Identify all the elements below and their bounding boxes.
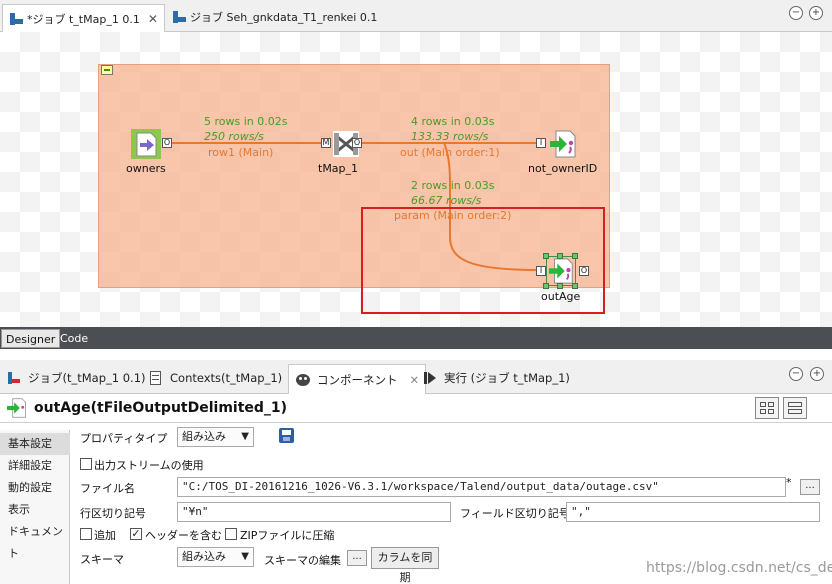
contexts-icon xyxy=(148,370,164,386)
tmap-1-label: tMap_1 xyxy=(318,162,359,175)
zip-compress-checkbox[interactable] xyxy=(225,528,237,540)
run-icon xyxy=(422,370,438,386)
property-type-select[interactable]: 組み込み ▼ xyxy=(177,427,254,447)
chevron-down-icon: ▼ xyxy=(241,551,249,562)
out-stats: 4 rows in 0.03s xyxy=(411,115,495,128)
maximize-icon[interactable]: + xyxy=(810,367,824,381)
field-separator-label: フィールド区切り記号 xyxy=(460,507,570,520)
schema-value: 組み込み xyxy=(182,550,226,563)
append-label: 追加 xyxy=(94,529,116,542)
param-rate: 66.67 rows/s xyxy=(411,194,482,207)
include-header-label: ヘッダーを含む xyxy=(145,529,222,542)
not-ownerid-input-port[interactable]: I xyxy=(536,138,546,148)
use-output-stream-checkbox[interactable] xyxy=(80,458,92,470)
minimize-icon[interactable]: − xyxy=(789,367,803,381)
layout-rows-button[interactable] xyxy=(783,397,807,419)
editor-tab-seh-gnkdata[interactable]: ジョブ Seh_gnkdata_T1_renkei 0.1 xyxy=(166,4,383,30)
side-tab-view[interactable]: 表示 xyxy=(0,499,70,521)
row-separator-input[interactable]: "¥n" xyxy=(177,502,451,522)
tab-job[interactable]: ジョブ(t_tMap_1 0.1) xyxy=(0,364,152,392)
row-separator-label: 行区切り記号 xyxy=(80,507,146,520)
layout-grid-button[interactable] xyxy=(755,397,779,419)
schema-label: スキーマ xyxy=(80,553,124,566)
side-tab-documentation[interactable]: ドキュメント xyxy=(0,521,70,560)
tab-contexts-label: Contexts(t_tMap_1) xyxy=(170,371,283,385)
panel-tabbar: ジョブ(t_tMap_1 0.1) Contexts(t_tMap_1) コンポ… xyxy=(0,360,832,394)
owners-component[interactable] xyxy=(131,129,161,159)
row1-rate: 250 rows/s xyxy=(204,130,264,143)
settings-side-tabs: 基本設定 詳細設定 動的設定 表示 ドキュメント xyxy=(0,430,70,584)
tab-component[interactable]: コンポーネント ✕ xyxy=(288,364,427,394)
tmap-input-port[interactable]: M xyxy=(321,138,331,148)
zip-compress-label: ZIPファイルに圧縮 xyxy=(240,529,335,542)
watermark: https://blog.csdn.net/cs_de_bug xyxy=(646,560,832,576)
job-icon xyxy=(9,12,23,26)
tab-designer[interactable]: Designer xyxy=(1,329,61,348)
component-title: outAge(tFileOutputDelimited_1) xyxy=(34,400,288,416)
chevron-down-icon: ▼ xyxy=(241,431,249,442)
editor-tab-label: ジョブ Seh_gnkdata_T1_renkei 0.1 xyxy=(190,11,378,24)
sync-columns-button[interactable]: カラムを同期 xyxy=(371,547,439,584)
field-separator-input[interactable]: "," xyxy=(566,502,820,522)
append-checkbox[interactable] xyxy=(80,528,92,540)
file-input-icon xyxy=(131,129,161,159)
out-rate: 133.33 rows/s xyxy=(411,130,489,143)
tab-contexts[interactable]: Contexts(t_tMap_1) xyxy=(142,364,288,392)
use-output-stream-label: 出力ストリームの使用 xyxy=(94,459,204,472)
component-header: outAge(tFileOutputDelimited_1) xyxy=(0,395,832,423)
close-icon[interactable]: ✕ xyxy=(148,12,158,26)
editor-tab-label: *ジョブ t_tMap_1 0.1 xyxy=(27,12,140,26)
side-tab-basic-settings[interactable]: 基本設定 xyxy=(0,433,70,455)
owners-output-port[interactable]: O xyxy=(162,138,172,148)
save-icon[interactable] xyxy=(279,428,294,443)
palette-icon xyxy=(295,372,311,388)
include-header-checkbox[interactable]: ✓ xyxy=(130,528,142,540)
schema-select[interactable]: 組み込み ▼ xyxy=(177,547,254,567)
editor-tabbar: *ジョブ t_tMap_1 0.1 ✕ ジョブ Seh_gnkdata_T1_r… xyxy=(0,0,832,32)
tab-code[interactable]: Code xyxy=(56,329,92,348)
side-tab-dynamic-settings[interactable]: 動的設定 xyxy=(0,477,70,499)
out-link-label[interactable]: out (Main order:1) xyxy=(400,146,500,159)
file-browse-button[interactable]: ... xyxy=(800,479,820,495)
highlight-annotation-box xyxy=(361,207,605,314)
side-tab-advanced-settings[interactable]: 詳細設定 xyxy=(0,455,70,477)
file-name-label: ファイル名 xyxy=(80,482,135,495)
edit-schema-button[interactable]: ... xyxy=(347,550,367,566)
property-type-value: 組み込み xyxy=(182,430,226,443)
not-ownerid-label: not_ownerID xyxy=(528,162,598,175)
tab-job-label: ジョブ(t_tMap_1 0.1) xyxy=(28,371,146,385)
tab-run[interactable]: 実行 (ジョブ t_tMap_1) xyxy=(416,364,576,392)
property-type-label: プロパティタイプ xyxy=(80,432,168,445)
required-mark: * xyxy=(786,476,792,489)
file-output-icon xyxy=(6,398,28,418)
designer-code-tabbar: Designer Code xyxy=(0,327,832,349)
not-ownerid-component[interactable] xyxy=(548,129,578,159)
job-icon xyxy=(172,10,186,24)
tmap-output-port[interactable]: O xyxy=(352,138,362,148)
file-name-input[interactable]: "C:/TOS_DI-20161216_1026-V6.3.1/workspac… xyxy=(177,477,786,497)
tab-run-label: 実行 (ジョブ t_tMap_1) xyxy=(444,371,570,385)
row1-stats: 5 rows in 0.02s xyxy=(204,115,288,128)
file-output-icon xyxy=(550,130,576,158)
param-stats: 2 rows in 0.03s xyxy=(411,179,495,192)
row1-link-label[interactable]: row1 (Main) xyxy=(208,146,273,159)
maximize-icon[interactable]: + xyxy=(809,6,823,20)
tab-component-label: コンポーネント xyxy=(317,372,398,387)
job-icon xyxy=(6,370,22,386)
owners-label: owners xyxy=(126,162,166,175)
editor-tab-t-tmap-1[interactable]: *ジョブ t_tMap_1 0.1 ✕ xyxy=(2,4,165,32)
minimize-icon[interactable]: − xyxy=(789,6,803,20)
edit-schema-label: スキーマの編集 xyxy=(264,554,341,567)
